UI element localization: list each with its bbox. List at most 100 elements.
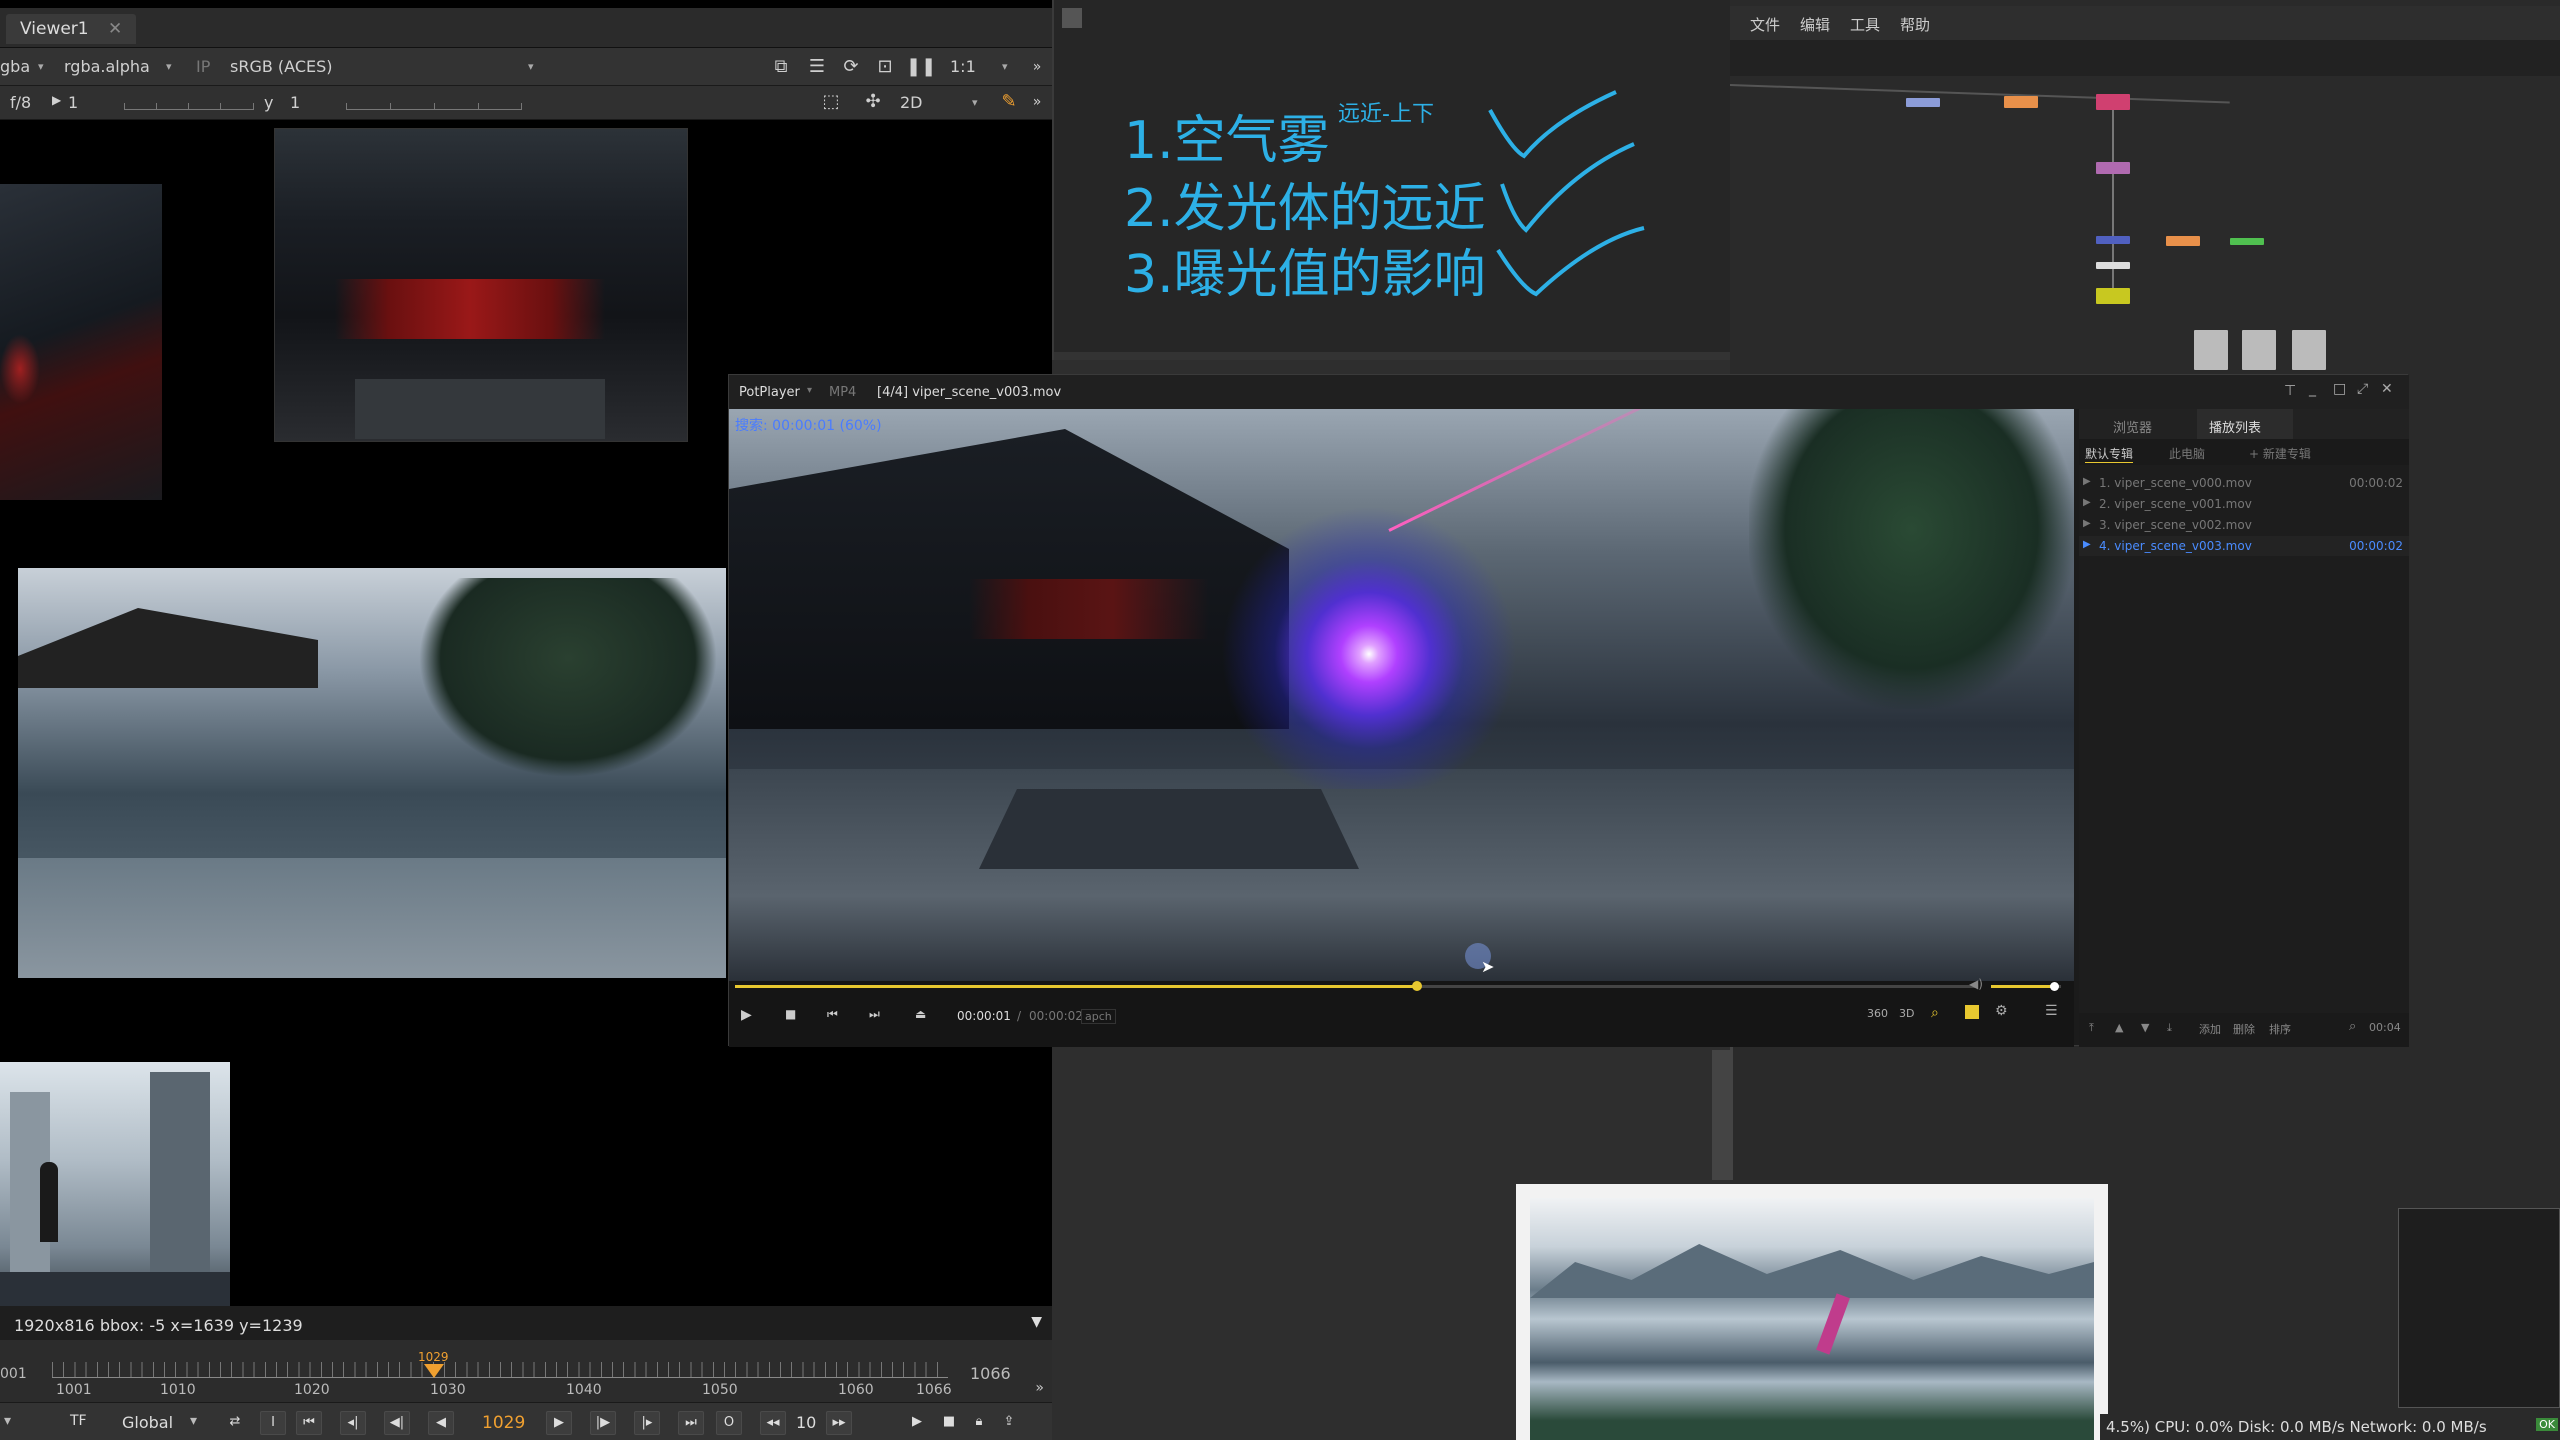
node-thumbnail[interactable] — [2292, 330, 2326, 370]
alpha-channel-select[interactable]: rgba.alpha — [64, 57, 150, 76]
playhead-icon[interactable] — [424, 1364, 444, 1378]
node-blur[interactable] — [2096, 236, 2130, 244]
go-to-end-icon[interactable]: ⏭ — [678, 1411, 704, 1435]
subtab-this-pc[interactable]: 此电脑 — [2169, 445, 2205, 462]
close-icon[interactable]: ✕ — [2381, 381, 2393, 397]
scope-select[interactable]: Global — [122, 1413, 173, 1432]
eject-icon[interactable]: ⏏ — [915, 1007, 926, 1021]
flipbook-icon[interactable]: ▶ — [904, 1411, 930, 1435]
prev-keyframe-icon[interactable]: ◂| — [340, 1411, 366, 1435]
menu-help[interactable]: 帮助 — [1900, 14, 1930, 35]
chevron-down-icon[interactable]: ▾ — [190, 1413, 197, 1429]
loop-icon[interactable]: ⇄ — [222, 1411, 248, 1435]
gamma-value[interactable]: 1 — [290, 93, 300, 112]
progress-track[interactable] — [735, 981, 1975, 991]
playlist-item[interactable]: ▶ 4. viper_scene_v003.mov 00:00:02 — [2079, 536, 2409, 556]
volume-icon[interactable]: ◀) — [1969, 977, 1983, 991]
skip-forward-icon[interactable]: ▸▸ — [826, 1411, 852, 1435]
minimize-icon[interactable]: _ — [2309, 381, 2316, 397]
search-icon[interactable]: ⌕ — [2349, 1019, 2356, 1034]
play-small-icon[interactable]: ▶ — [52, 93, 61, 107]
lines-icon[interactable]: ☰ — [806, 56, 828, 78]
node-read[interactable] — [1906, 98, 1940, 107]
record-icon[interactable]: ■ — [936, 1411, 962, 1435]
menu-file[interactable]: 文件 — [1750, 14, 1780, 35]
chevron-down-icon[interactable]: ▼ — [1031, 1314, 1042, 1330]
node-dot[interactable] — [2096, 262, 2130, 269]
menu-icon[interactable]: ☰ — [2045, 1003, 2058, 1019]
chevron-down-icon[interactable]: ▾ — [38, 60, 44, 73]
move-bottom-icon[interactable]: ⤓ — [2167, 1021, 2172, 1035]
roi-icon[interactable]: ⊡ — [874, 56, 896, 78]
previous-icon[interactable]: ⏮ — [827, 1007, 838, 1022]
step-field[interactable]: 10 — [796, 1413, 816, 1432]
volume-track[interactable] — [1991, 982, 2061, 991]
gamma-slider[interactable] — [346, 92, 522, 110]
pause-icon[interactable]: ❚❚ — [906, 56, 936, 78]
video-frame[interactable]: 搜索: 00:00:01 (60%) ➤ — [729, 409, 2074, 981]
overlay-icon[interactable]: ⧉ — [770, 56, 792, 78]
refresh-icon[interactable]: ⟳ — [840, 56, 862, 78]
expand-icon[interactable]: » — [1026, 56, 1048, 78]
region-select-icon[interactable]: ⬚ — [820, 91, 842, 113]
zoom-select[interactable]: 1:1 — [950, 57, 976, 76]
volume-handle[interactable] — [2050, 982, 2059, 991]
btn-3d[interactable]: 3D — [1899, 1007, 1914, 1020]
playlist-item[interactable]: ▶ 2. viper_scene_v001.mov — [2079, 494, 2409, 514]
pin-icon[interactable]: ⊤ — [2284, 383, 2296, 399]
prev-frame-icon[interactable]: ◀| — [384, 1411, 410, 1435]
node-thumbnail[interactable] — [2242, 330, 2276, 370]
add-button[interactable]: 添加 — [2199, 1021, 2221, 1037]
export-icon[interactable]: ⇪ — [996, 1411, 1022, 1435]
pencil-icon[interactable]: ✎ — [998, 91, 1020, 113]
skip-back-icon[interactable]: ◂◂ — [760, 1411, 786, 1435]
colorspace-select[interactable]: sRGB (ACES) — [230, 57, 333, 76]
move-top-icon[interactable]: ⤒ — [2089, 1021, 2094, 1035]
play-forward-icon[interactable]: ▶ — [546, 1411, 572, 1435]
progress-handle[interactable] — [1412, 981, 1422, 991]
node-grade[interactable] — [2004, 96, 2038, 108]
node-transform[interactable] — [2096, 162, 2130, 174]
gain-value[interactable]: 1 — [68, 93, 78, 112]
out-point-icon[interactable]: O — [716, 1411, 742, 1435]
gain-slider[interactable] — [124, 92, 254, 110]
node-thumbnail[interactable] — [2194, 330, 2228, 370]
playlist-item[interactable]: ▶ 3. viper_scene_v002.mov — [2079, 515, 2409, 535]
next-icon[interactable]: ⏭ — [869, 1007, 880, 1022]
minimap[interactable] — [2398, 1208, 2560, 1408]
chevron-down-icon[interactable]: ▾ — [166, 60, 172, 73]
chevron-down-icon[interactable]: ▾ — [528, 60, 534, 73]
search-icon[interactable]: ⌕ — [1931, 1005, 1939, 1021]
delete-button[interactable]: 删除 — [2233, 1021, 2255, 1037]
fstop-label[interactable]: f/8 — [10, 93, 31, 112]
tab-browser[interactable]: 浏览器 — [2113, 417, 2152, 436]
menu-edit[interactable]: 编辑 — [1800, 14, 1830, 35]
timeline-ruler[interactable] — [52, 1362, 948, 1378]
chevron-down-icon[interactable]: ▾ — [1002, 60, 1008, 73]
stop-icon[interactable]: ■ — [785, 1007, 796, 1021]
move-up-icon[interactable]: ▲ — [2115, 1021, 2123, 1034]
ip-toggle[interactable]: IP — [196, 57, 210, 76]
playlist-item[interactable]: ▶ 1. viper_scene_v000.mov 00:00:02 — [2079, 473, 2409, 493]
menu-tools[interactable]: 工具 — [1850, 14, 1880, 35]
fullscreen-icon[interactable]: ⤢ — [2357, 381, 2368, 397]
channel-select[interactable]: gba — [0, 57, 30, 76]
current-frame-field[interactable]: 1029 — [482, 1413, 525, 1433]
chevron-down-icon[interactable]: ▾ — [4, 1413, 11, 1429]
move-down-icon[interactable]: ▼ — [2141, 1021, 2149, 1034]
panel-menu-icon[interactable] — [1062, 8, 1082, 28]
tab-viewer1[interactable]: Viewer1 ✕ — [6, 14, 137, 44]
gear-icon[interactable]: ⚙ — [1995, 1003, 2008, 1019]
expand-icon[interactable]: » — [1026, 91, 1048, 113]
maximize-icon[interactable]: □ — [2333, 381, 2346, 397]
chevron-down-icon[interactable]: ▾ — [807, 385, 812, 396]
node-merge[interactable] — [2096, 94, 2130, 110]
tab-playlist[interactable]: 播放列表 — [2197, 409, 2293, 439]
transform-icon[interactable]: ✣ — [862, 91, 884, 113]
tf-select[interactable]: TF — [70, 1413, 87, 1429]
in-point-icon[interactable]: I — [260, 1411, 286, 1435]
play-icon[interactable]: ▶ — [741, 1007, 752, 1023]
close-icon[interactable]: ✕ — [108, 19, 122, 39]
node-grade2[interactable] — [2166, 236, 2200, 246]
capture-icon[interactable] — [1965, 1005, 1979, 1019]
